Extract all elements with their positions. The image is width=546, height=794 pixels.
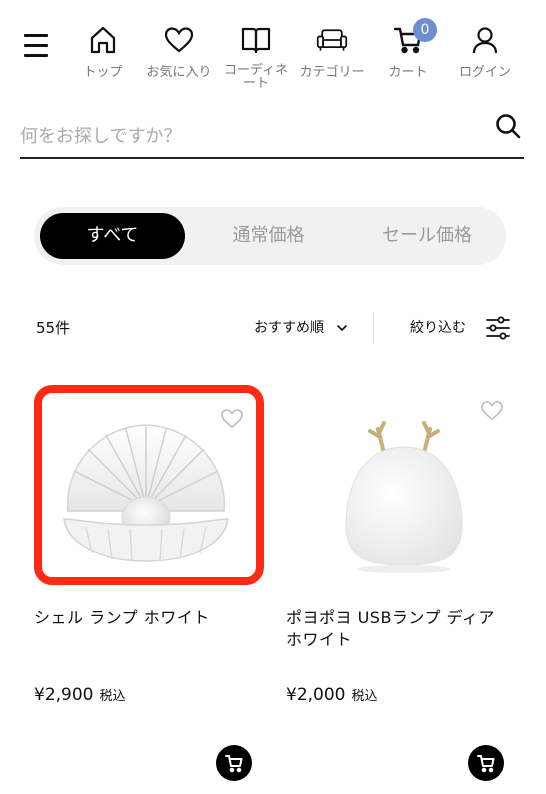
product-image-frame[interactable]: [286, 385, 516, 585]
home-icon: [90, 26, 116, 54]
sort-dropdown[interactable]: おすすめ順: [254, 317, 348, 337]
nav-top[interactable]: トップ: [63, 24, 143, 79]
favorite-heart-icon[interactable]: [480, 399, 504, 421]
tab-all[interactable]: すべて: [40, 213, 185, 259]
product-price: ¥2,900 税込: [34, 685, 126, 705]
add-to-cart-button[interactable]: [468, 745, 504, 781]
shell-lamp-image: [63, 424, 229, 562]
book-icon: [241, 27, 271, 54]
tax-label: 税込: [99, 689, 126, 704]
search-bar: [20, 108, 524, 159]
price-filter-tabs: すべて 通常価格 セール価格: [34, 207, 506, 265]
nav-cart[interactable]: 0 カート: [368, 18, 448, 80]
search-icon[interactable]: [494, 112, 522, 140]
price-value: ¥2,900: [34, 685, 94, 705]
product-name[interactable]: ポヨポヨ USBランプ ディア ホワイト: [286, 607, 516, 651]
nav-label-coordinate: コーディネート: [223, 63, 289, 91]
nav-label-top: トップ: [83, 65, 123, 80]
add-to-cart-button[interactable]: [216, 745, 252, 781]
product-price: ¥2,000 税込: [286, 685, 378, 705]
tax-label: 税込: [351, 689, 378, 704]
deer-lamp-image: [345, 421, 463, 573]
filter-sliders-icon[interactable]: [484, 314, 512, 342]
cart-icon: [477, 755, 495, 773]
nav-label-login: ログイン: [458, 65, 511, 80]
search-input[interactable]: [20, 116, 480, 156]
toolbar-divider: [373, 312, 374, 344]
product-name[interactable]: シェル ランプ ホワイト: [34, 607, 264, 629]
tab-regular-price[interactable]: 通常価格: [196, 213, 341, 259]
heart-icon: [164, 27, 194, 53]
user-icon: [472, 27, 498, 54]
hamburger-menu-icon[interactable]: [24, 34, 52, 62]
nav-favorites[interactable]: お気に入り: [139, 24, 219, 79]
price-value: ¥2,000: [286, 685, 346, 705]
sofa-icon: [316, 29, 348, 51]
nav-label-favorites: お気に入り: [146, 65, 212, 80]
header: トップ お気に入り コーディネート カテゴリー 0 カート ログイン: [0, 0, 546, 100]
nav-coordinate[interactable]: コーディネート: [216, 24, 296, 90]
nav-login[interactable]: ログイン: [445, 24, 525, 79]
product-card[interactable]: ポヨポヨ USBランプ ディア ホワイト ¥2,000 税込: [286, 385, 516, 781]
result-count: 55件: [36, 319, 71, 337]
sort-label: おすすめ順: [254, 320, 324, 336]
filter-button[interactable]: 絞り込む: [410, 317, 466, 337]
product-card[interactable]: シェル ランプ ホワイト ¥2,900 税込: [34, 385, 264, 781]
tab-sale-price[interactable]: セール価格: [352, 213, 502, 259]
nav-category[interactable]: カテゴリー: [292, 24, 372, 79]
cart-icon: [225, 755, 243, 773]
product-image-frame[interactable]: [34, 385, 264, 585]
favorite-heart-icon[interactable]: [220, 407, 244, 429]
cart-count-badge: 0: [413, 18, 437, 42]
chevron-down-icon: [337, 325, 348, 331]
nav-label-category: カテゴリー: [299, 65, 365, 80]
nav-label-cart: カート: [388, 65, 428, 80]
